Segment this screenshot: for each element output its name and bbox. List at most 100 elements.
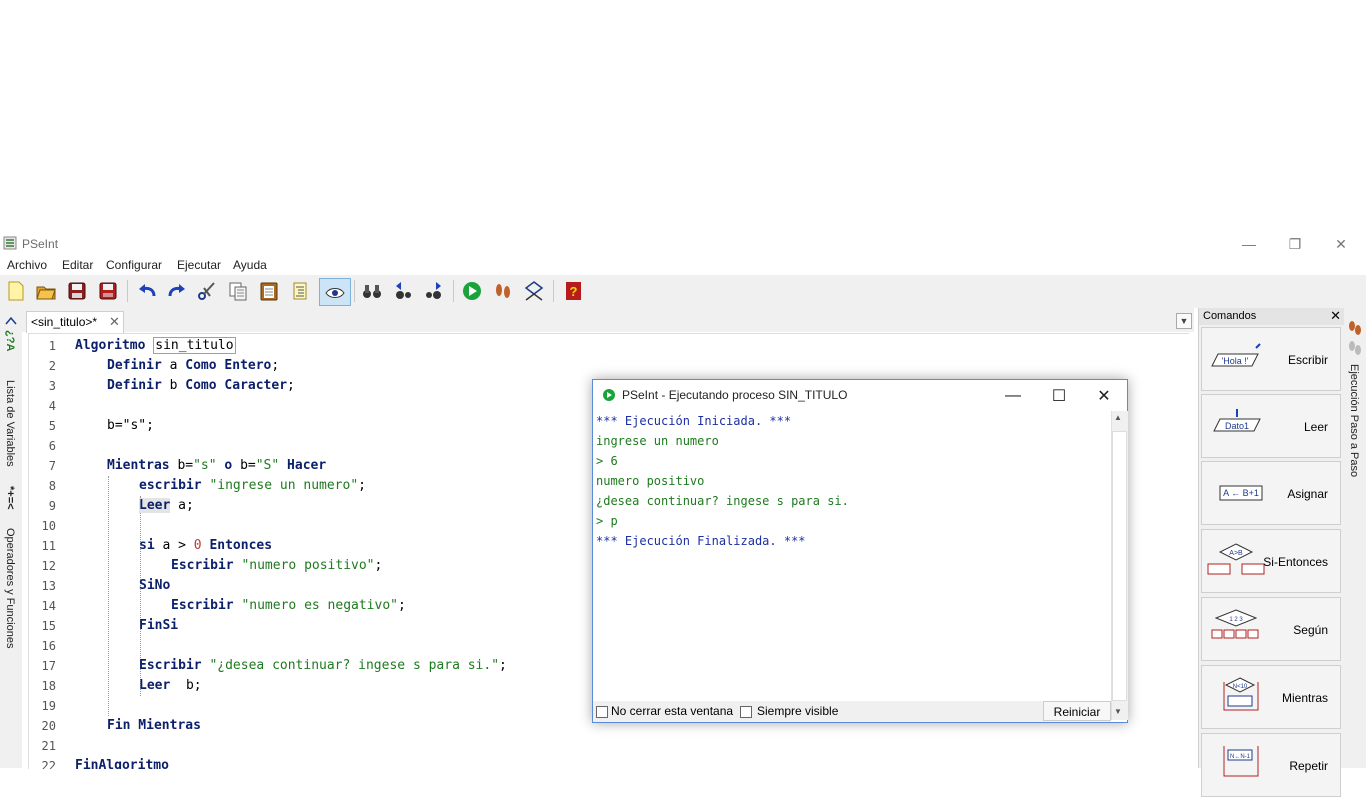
escribir-icon: 'Hola !' (1211, 343, 1261, 367)
command-mientras-button[interactable]: N<10 Mientras (1201, 665, 1341, 729)
scroll-down-icon[interactable]: ▼ (1114, 707, 1122, 716)
close-tab-icon[interactable]: ✕ (109, 314, 120, 330)
redo-button[interactable] (164, 278, 190, 304)
copy-icon (229, 282, 247, 301)
toolbar-separator (354, 280, 355, 302)
tab-sin-titulo[interactable]: <sin_titulo>* ✕ (26, 311, 124, 333)
window-title-bar: PSeInt — ❐ ✕ (0, 233, 1366, 255)
console-footer: No cerrar esta ventana Siempre visible R… (593, 701, 1111, 722)
indent-guide (108, 476, 109, 716)
command-leer-button[interactable]: Dato1 Leer (1201, 394, 1341, 458)
save-button[interactable] (64, 278, 90, 304)
save-icon (68, 282, 86, 300)
eye-document-icon (325, 288, 345, 298)
menu-ayuda[interactable]: Ayuda (233, 258, 267, 272)
footprints-icon (496, 284, 510, 298)
toolbar-separator (553, 280, 554, 302)
console-line: ingrese un numero (596, 434, 719, 448)
close-button[interactable]: ✕ (1318, 233, 1364, 255)
command-asignar-button[interactable]: A ← B+1 Asignar (1201, 461, 1341, 525)
console-scrollbar[interactable]: ▲ ▼ (1111, 411, 1128, 720)
command-label: Escribir (1287, 353, 1328, 367)
find-next-button[interactable] (420, 278, 446, 304)
repetir-glyph: N←N-1 (1230, 754, 1251, 760)
menu-editar[interactable]: Editar (62, 258, 93, 272)
code-line-2: Definir a Como Entero; (107, 358, 280, 373)
line-number: 10 (41, 519, 56, 533)
console-output[interactable]: *** Ejecución Iniciada. *** ingrese un nu… (593, 411, 1111, 701)
line-number: 1 (48, 339, 56, 353)
line-number: 14 (41, 599, 56, 613)
code-line-15: FinSi (139, 618, 179, 633)
menu-configurar[interactable]: Configurar (106, 258, 162, 272)
code-line-8: escribir "ingrese un numero"; (139, 478, 366, 493)
command-label: Repetir (1289, 759, 1328, 773)
footprints-icon (1349, 321, 1361, 355)
tab-operadores-y-funciones[interactable]: Operadores y Funciones (4, 528, 16, 648)
restore-button[interactable]: ❐ (1272, 233, 1318, 255)
command-repetir-button[interactable]: N←N-1 Repetir (1201, 733, 1341, 797)
code-line-1: Algoritmo sin_titulo (75, 337, 236, 354)
binoculars-icon (363, 285, 381, 298)
line-number: 21 (41, 739, 56, 753)
minimize-button[interactable]: — (1226, 233, 1272, 255)
console-line: ¿desea continuar? ingese s para si. (596, 494, 849, 508)
tab-lista-de-variables[interactable]: Lista de Variables (4, 380, 16, 467)
tab-ejecucion-paso-a-paso[interactable]: Ejecución Paso a Paso (1348, 364, 1360, 477)
left-side-tabs: ¿?A Lista de Variables *+=< Operadores y… (0, 308, 22, 768)
scroll-up-icon[interactable]: ▲ (1114, 413, 1122, 422)
code-line-3: Definir b Como Caracter; (107, 378, 295, 393)
line-number: 8 (48, 479, 56, 493)
save-as-button[interactable] (95, 278, 121, 304)
line-number: 3 (48, 379, 56, 393)
close-panel-icon[interactable]: ✕ (1330, 308, 1341, 324)
console-maximize-button[interactable]: ☐ (1036, 380, 1082, 411)
menu-archivo[interactable]: Archivo (7, 258, 47, 272)
always-visible-checkbox[interactable] (740, 706, 752, 718)
leer-glyph: Dato1 (1225, 421, 1249, 431)
scroll-thumb[interactable] (1112, 431, 1127, 701)
keep-open-checkbox[interactable] (596, 706, 608, 718)
line-number: 18 (41, 679, 56, 693)
open-file-button[interactable] (33, 278, 59, 304)
command-label: Según (1293, 623, 1328, 637)
line-number: 13 (41, 579, 56, 593)
command-segun-button[interactable]: 1 2 3 Según (1201, 597, 1341, 661)
flowchart-button[interactable] (521, 278, 547, 304)
copy-button[interactable] (225, 278, 251, 304)
step-by-step-button[interactable] (490, 278, 516, 304)
keep-open-label: No cerrar esta ventana (611, 704, 734, 718)
paste-button[interactable] (256, 278, 282, 304)
line-number: 7 (48, 459, 56, 473)
console-minimize-button[interactable]: — (990, 380, 1036, 411)
indent-button[interactable] (287, 278, 313, 304)
run-play-icon (603, 389, 615, 401)
restart-button[interactable]: Reiniciar (1043, 701, 1111, 721)
console-close-button[interactable]: ✕ (1081, 380, 1127, 411)
menu-ejecutar[interactable]: Ejecutar (177, 258, 221, 272)
console-line: *** Ejecución Iniciada. *** (596, 414, 792, 428)
command-escribir-button[interactable]: 'Hola !' Escribir (1201, 327, 1341, 391)
cut-button[interactable] (194, 278, 220, 304)
indent-icon (293, 282, 307, 300)
console-line: numero positivo (596, 474, 705, 488)
code-line-20: Fin Mientras (107, 718, 201, 733)
segun-icon: 1 2 3 (1211, 609, 1259, 639)
find-previous-button[interactable] (390, 278, 416, 304)
view-button[interactable] (319, 278, 351, 306)
mientras-glyph: N<10 (1233, 684, 1248, 690)
run-button[interactable] (459, 278, 485, 304)
find-next-icon (426, 282, 441, 299)
tab-list-dropdown[interactable]: ▼ (1176, 313, 1192, 329)
commands-panel: Comandos ✕ 'Hola !' Escribir Dato1 Leer … (1198, 308, 1345, 797)
find-button[interactable] (359, 278, 385, 304)
redo-icon (168, 284, 185, 297)
command-si-entonces-button[interactable]: A>B Si-Entonces (1201, 529, 1341, 593)
undo-button[interactable] (134, 278, 160, 304)
help-book-icon: ? (566, 282, 581, 300)
asignar-glyph: A ← B+1 (1223, 488, 1259, 498)
new-file-button[interactable] (3, 278, 29, 304)
help-button[interactable]: ? (560, 278, 586, 304)
line-number: 6 (48, 439, 56, 453)
line-number: 15 (41, 619, 56, 633)
